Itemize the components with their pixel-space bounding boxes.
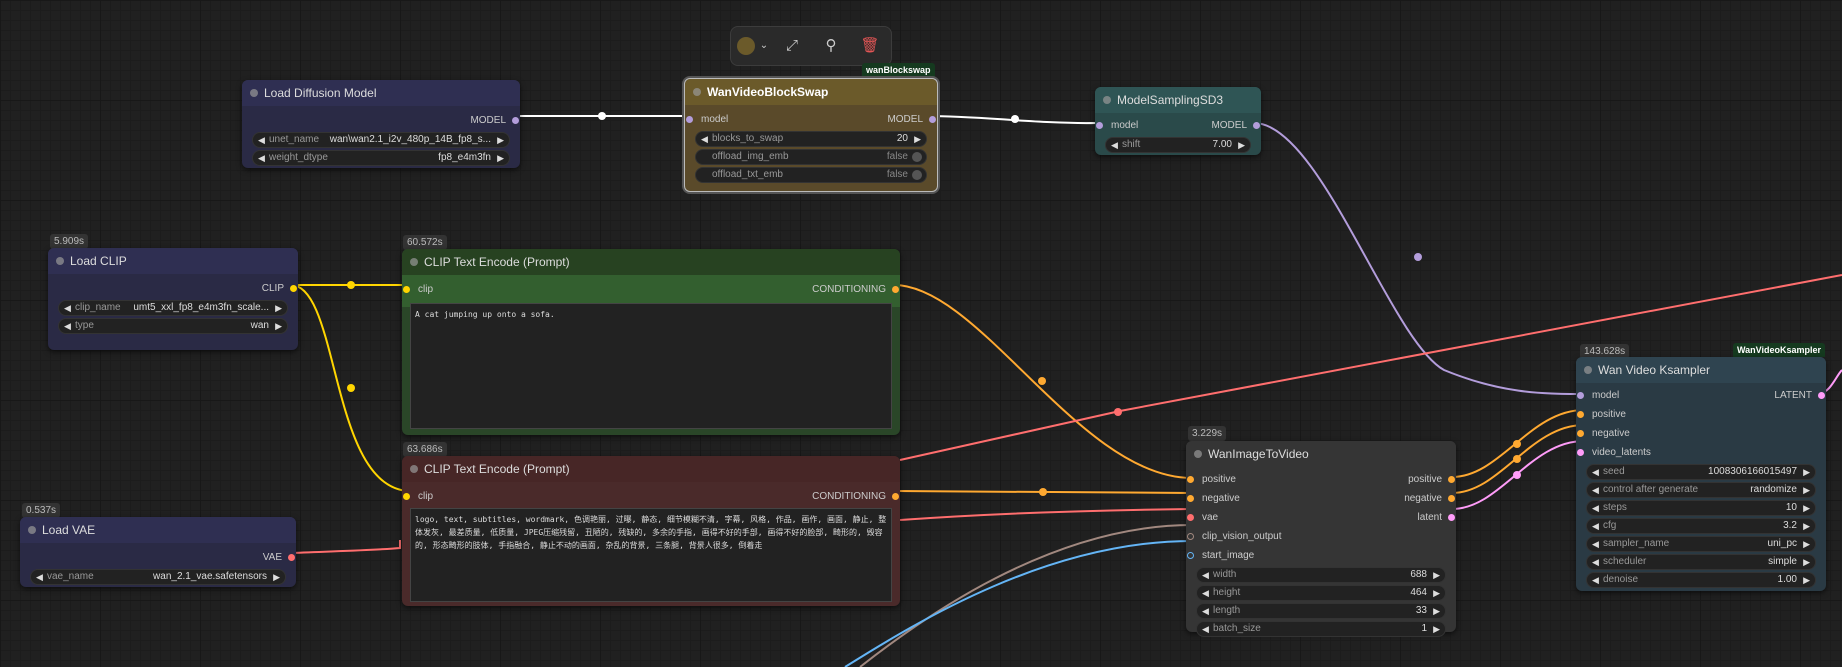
input-clip-vision-output[interactable]: clip_vision_output bbox=[1187, 529, 1446, 545]
number-batch-size[interactable]: ◀ batch_size 1 ▶ bbox=[1196, 621, 1446, 637]
collapse-dot[interactable] bbox=[1103, 96, 1111, 104]
output-clip[interactable]: CLIP bbox=[58, 281, 297, 297]
number-height[interactable]: ◀ height 464 ▶ bbox=[1196, 585, 1446, 601]
exec-time-badge: 63.686s bbox=[403, 442, 447, 457]
wire-clip-vision bbox=[859, 524, 1193, 667]
collapse-dot[interactable] bbox=[410, 465, 418, 473]
toggle-offload-txt-emb[interactable]: offload_txt_emb false bbox=[695, 167, 927, 183]
input-video-latents[interactable]: video_latents bbox=[1577, 445, 1816, 461]
wire-midpoint bbox=[1114, 408, 1122, 416]
prompt-textarea[interactable]: logo, text, subtitles, wordmark, 色调艳丽, 过… bbox=[410, 508, 892, 602]
node-title: WanImageToVideo bbox=[1208, 447, 1309, 461]
collapse-dot[interactable] bbox=[693, 88, 701, 96]
exec-time-badge: 60.572s bbox=[403, 235, 447, 250]
wire-midpoint bbox=[1038, 377, 1046, 385]
io-clip-conditioning[interactable]: clip CONDITIONING bbox=[403, 282, 899, 298]
combo-weight-dtype[interactable]: ◀ weight_dtype fp8_e4m3fn ▶ bbox=[252, 150, 510, 166]
node-title: CLIP Text Encode (Prompt) bbox=[424, 462, 570, 476]
wire-midpoint bbox=[1513, 471, 1521, 479]
node-clip-text-encode-positive[interactable]: CLIP Text Encode (Prompt) clip CONDITION… bbox=[402, 249, 900, 435]
wire-midpoint bbox=[1414, 253, 1422, 261]
node-load-diffusion-model[interactable]: Load Diffusion Model MODEL ◀ unet_name wan… bbox=[242, 80, 520, 168]
combo-scheduler[interactable]: ◀ scheduler simple ▶ bbox=[1586, 554, 1816, 570]
number-steps[interactable]: ◀ steps 10 ▶ bbox=[1586, 500, 1816, 516]
collapse-dot[interactable] bbox=[1194, 450, 1202, 458]
wire-midpoint bbox=[598, 112, 606, 120]
exec-time-badge: 5.909s bbox=[50, 234, 89, 249]
node-title: Load CLIP bbox=[70, 254, 127, 268]
collapse-dot[interactable] bbox=[28, 526, 36, 534]
number-width[interactable]: ◀ width 688 ▶ bbox=[1196, 567, 1446, 583]
output-vae[interactable]: VAE bbox=[30, 550, 295, 566]
number-shift[interactable]: ◀ shift 7.00 ▶ bbox=[1105, 137, 1251, 153]
pin-icon[interactable]: ⚲ bbox=[820, 35, 842, 57]
node-title: ModelSamplingSD3 bbox=[1117, 93, 1224, 107]
io-negative[interactable]: negative negative bbox=[1187, 491, 1455, 507]
toggle-offload-img-emb[interactable]: offload_img_emb false bbox=[695, 149, 927, 165]
node-load-clip[interactable]: Load CLIP CLIP ◀ clip_name umt5_xxl_fp8_e4… bbox=[48, 248, 298, 350]
combo-clip-name[interactable]: ◀ clip_name umt5_xxl_fp8_e4m3fn_scale... ▶ bbox=[58, 300, 288, 316]
io-positive[interactable]: positive positive bbox=[1187, 472, 1455, 488]
number-seed[interactable]: ◀ seed 1008306166015497 ▶ bbox=[1586, 464, 1816, 480]
wire-midpoint bbox=[347, 384, 355, 392]
combo-vae-name[interactable]: ◀ vae_name wan_2.1_vae.safetensors ▶ bbox=[30, 569, 286, 585]
exec-time-badge: 0.537s bbox=[22, 503, 61, 518]
chevron-down-icon[interactable]: ⌄ bbox=[753, 35, 775, 57]
node-wanvideo-blockswap[interactable]: WanVideoBlockSwap model MODEL ◀ blocks_to… bbox=[684, 78, 938, 192]
exec-time-badge: 3.229s bbox=[1188, 426, 1227, 441]
io-clip-conditioning[interactable]: clip CONDITIONING bbox=[403, 489, 899, 505]
collapse-dot[interactable] bbox=[1584, 366, 1592, 374]
combo-type[interactable]: ◀ type wan ▶ bbox=[58, 318, 288, 334]
combo-sampler-name[interactable]: ◀ sampler_name uni_pc ▶ bbox=[1586, 536, 1816, 552]
wire-midpoint bbox=[1513, 440, 1521, 448]
prompt-textarea[interactable]: A cat jumping up onto a sofa. bbox=[410, 303, 892, 429]
node-model-sampling-sd3[interactable]: ModelSamplingSD3 model MODEL ◀ shift 7.00 ▶ bbox=[1095, 87, 1261, 155]
node-tag: WanVideoKsampler bbox=[1733, 343, 1826, 357]
node-title: Load VAE bbox=[42, 523, 96, 537]
input-negative[interactable]: negative bbox=[1577, 426, 1816, 442]
wire-vae-2 bbox=[899, 508, 1193, 521]
wire-midpoint bbox=[1039, 488, 1047, 496]
number-blocks-to-swap[interactable]: ◀ blocks_to_swap 20 ▶ bbox=[695, 131, 927, 147]
input-start-image[interactable]: start_image bbox=[1187, 548, 1446, 564]
node-clip-text-encode-negative[interactable]: CLIP Text Encode (Prompt) clip CONDITION… bbox=[402, 456, 900, 606]
io-vae-latent[interactable]: vae latent bbox=[1187, 510, 1455, 526]
node-title: CLIP Text Encode (Prompt) bbox=[424, 255, 570, 269]
collapse-dot[interactable] bbox=[56, 257, 64, 265]
wire-midpoint bbox=[1513, 455, 1521, 463]
node-wan-video-ksampler[interactable]: Wan Video Ksampler model LATENT positive … bbox=[1576, 357, 1826, 591]
node-load-vae[interactable]: Load VAE VAE ◀ vae_name wan_2.1_vae.safete… bbox=[20, 517, 296, 587]
output-model[interactable]: MODEL bbox=[252, 113, 519, 129]
node-tag: wanBlockswap bbox=[862, 63, 935, 77]
input-positive[interactable]: positive bbox=[1577, 407, 1816, 423]
node-wan-image-to-video[interactable]: WanImageToVideo positive positive negativ… bbox=[1186, 441, 1456, 637]
bypass-icon[interactable]: ⤢ bbox=[781, 35, 803, 57]
wire-midpoint bbox=[347, 281, 355, 289]
node-title: WanVideoBlockSwap bbox=[707, 85, 829, 99]
wire-vae-1 bbox=[291, 540, 401, 554]
wire-midpoint bbox=[1011, 115, 1019, 123]
collapse-dot[interactable] bbox=[410, 258, 418, 266]
number-length[interactable]: ◀ length 33 ▶ bbox=[1196, 603, 1446, 619]
node-title: Wan Video Ksampler bbox=[1598, 363, 1711, 377]
number-denoise[interactable]: ◀ denoise 1.00 ▶ bbox=[1586, 572, 1816, 588]
collapse-dot[interactable] bbox=[250, 89, 258, 97]
combo-control-after-generate[interactable]: ◀ control after generate randomize ▶ bbox=[1586, 482, 1816, 498]
io-model[interactable]: model MODEL bbox=[686, 112, 936, 128]
combo-unet-name[interactable]: ◀ unet_name wan\wan2.1_i2v_480p_14B_fp8_s.… bbox=[252, 132, 510, 148]
node-title: Load Diffusion Model bbox=[264, 86, 377, 100]
io-model-latent[interactable]: model LATENT bbox=[1577, 388, 1825, 404]
node-toolbar: ⌄ ⤢ ⚲ 🗑 bbox=[730, 26, 892, 66]
trash-icon[interactable]: 🗑 bbox=[859, 35, 881, 57]
number-cfg[interactable]: ◀ cfg 3.2 ▶ bbox=[1586, 518, 1816, 534]
io-model[interactable]: model MODEL bbox=[1096, 118, 1260, 134]
